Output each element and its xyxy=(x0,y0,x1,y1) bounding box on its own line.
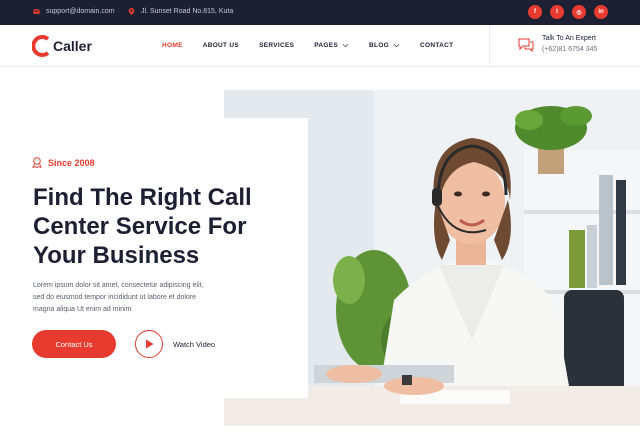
social-links: f t ◎ in xyxy=(528,5,608,19)
mail-icon xyxy=(33,8,40,14)
main-header: Caller HOME ABOUT US SERVICES PAGES BLOG… xyxy=(0,25,640,67)
hero-title: Find The Right Call Center Service For Y… xyxy=(33,184,252,269)
nav-contact[interactable]: CONTACT xyxy=(420,42,453,49)
nav-about-us[interactable]: ABOUT US xyxy=(203,42,239,49)
address-text: Jl. Sunset Road No.815, Kuta xyxy=(141,8,234,15)
since-badge: Since 2008 xyxy=(32,157,95,168)
chevron-down-icon xyxy=(342,43,349,48)
linkedin-icon[interactable]: in xyxy=(594,5,608,19)
facebook-icon[interactable]: f xyxy=(528,5,542,19)
since-text: Since 2008 xyxy=(48,157,95,168)
contact-us-button[interactable]: Contact Us xyxy=(32,330,116,358)
logo[interactable]: Caller xyxy=(32,34,92,58)
chat-support-icon xyxy=(518,38,534,52)
main-nav: HOME ABOUT US SERVICES PAGES BLOG CONTAC… xyxy=(162,42,473,49)
email-text: support@domain.com xyxy=(46,8,115,15)
address-contact: Jl. Sunset Road No.815, Kuta xyxy=(128,8,233,15)
nav-pages[interactable]: PAGES xyxy=(314,42,349,49)
logo-text: Caller xyxy=(53,38,92,54)
nav-services[interactable]: SERVICES xyxy=(259,42,294,49)
expert-phone[interactable]: (+62)81 6754 345 xyxy=(542,46,597,53)
play-icon xyxy=(145,339,153,349)
hero-description: Lorem ipsum dolor sit amet, consectetur … xyxy=(33,282,204,313)
instagram-icon[interactable]: ◎ xyxy=(572,5,586,19)
talk-to-expert[interactable]: Talk To An Expert (+62)81 6754 345 xyxy=(518,35,597,53)
location-pin-icon xyxy=(128,8,135,15)
play-video-button[interactable] xyxy=(135,330,163,358)
expert-title: Talk To An Expert xyxy=(542,35,596,42)
watch-video-link[interactable]: Watch Video xyxy=(173,340,215,349)
twitter-icon[interactable]: t xyxy=(550,5,564,19)
nav-blog[interactable]: BLOG xyxy=(369,42,400,49)
award-icon xyxy=(32,157,42,168)
top-bar: support@domain.com Jl. Sunset Road No.81… xyxy=(0,0,640,25)
header-divider xyxy=(489,25,490,67)
logo-c-icon xyxy=(32,35,50,57)
nav-home[interactable]: HOME xyxy=(162,42,183,49)
chevron-down-icon xyxy=(393,43,400,48)
email-contact[interactable]: support@domain.com xyxy=(33,8,115,15)
